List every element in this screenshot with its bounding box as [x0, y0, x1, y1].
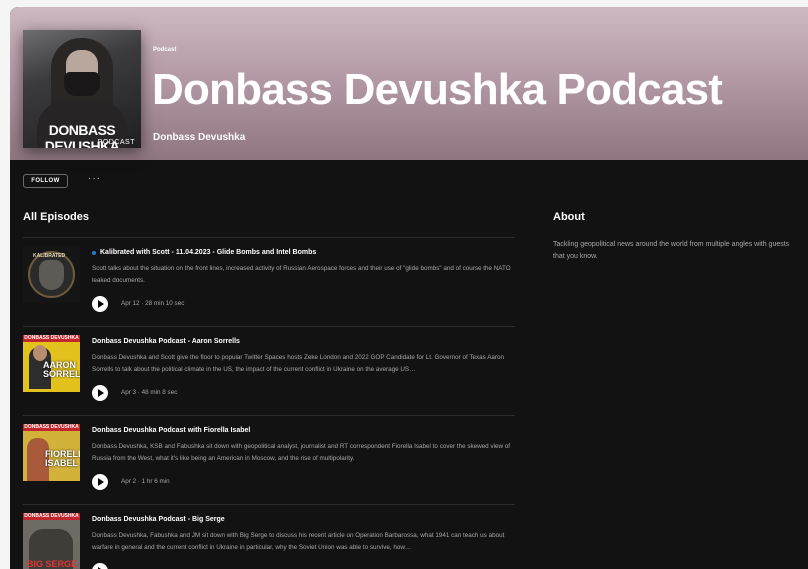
play-icon[interactable] — [92, 385, 108, 401]
podcast-author-link[interactable]: Donbass Devushka — [153, 132, 245, 143]
episode-art-dog — [39, 260, 64, 290]
episode-art-banner: DONBASS DEVUSHKA — [23, 513, 80, 520]
episode-description: Donbass Devushka, KSB and Fabushka sit d… — [92, 443, 511, 462]
episode-meta: Apr 2 · 1 hr 6 min — [121, 478, 170, 485]
episode-row[interactable]: KALIBRATED Kalibrated with Scott - 11.04… — [23, 237, 515, 327]
episode-art-banner: DONBASS DEVUSHKA — [23, 335, 80, 342]
episode-title[interactable]: Donbass Devushka Podcast with Fiorella I… — [92, 427, 250, 434]
podcast-title: Donbass Devushka Podcast — [152, 65, 723, 114]
episode-art-name: AARON SORRELLS — [43, 360, 80, 379]
podcast-page: DONBASS DEVUSHKA PODCAST Podcast Donbass… — [10, 7, 808, 569]
play-icon[interactable] — [92, 563, 108, 569]
episode-art: DONBASS DEVUSHKA AARON SORRELLS — [23, 335, 80, 392]
episode-art-head — [33, 345, 47, 361]
episode-row[interactable]: DONBASS DEVUSHKA BIG SERGE Donbass Devus… — [23, 504, 515, 569]
episode-row[interactable]: DONBASS DEVUSHKA AARON SORRELLS Donbass … — [23, 326, 515, 416]
more-options-icon[interactable]: ··· — [88, 173, 101, 184]
cover-figure-mask — [64, 72, 100, 96]
episode-art-name: BIG SERGE — [27, 559, 78, 569]
about-heading: About — [553, 211, 585, 223]
episode-meta: Apr 3 · 48 min 8 sec — [121, 389, 178, 396]
episode-art: KALIBRATED — [23, 246, 80, 303]
episode-title[interactable]: Donbass Devushka Podcast - Big Serge — [92, 516, 225, 523]
episode-title[interactable]: Kalibrated with Scott - 11.04.2023 - Gli… — [100, 249, 316, 256]
podcast-type-label: Podcast — [153, 47, 177, 53]
cover-subtitle-text: PODCAST — [97, 139, 135, 146]
podcast-cover-art: DONBASS DEVUSHKA PODCAST — [23, 30, 141, 148]
episode-art-label: KALIBRATED — [33, 253, 66, 259]
episode-art: DONBASS DEVUSHKA BIG SERGE — [23, 513, 80, 569]
episode-art: DONBASS DEVUSHKA FIORELLA ISABEL — [23, 424, 80, 481]
episode-row[interactable]: DONBASS DEVUSHKA FIORELLA ISABEL Donbass… — [23, 415, 515, 505]
all-episodes-heading: All Episodes — [23, 211, 90, 223]
new-episode-dot-icon — [92, 251, 96, 255]
episode-description: Donbass Devushka and Scott give the floo… — [92, 354, 504, 373]
podcast-header: DONBASS DEVUSHKA PODCAST Podcast Donbass… — [10, 7, 808, 160]
episode-description: Scott talks about the situation on the f… — [92, 265, 511, 284]
episode-description: Donbass Devushka, Fabushka and JM sit do… — [92, 532, 505, 551]
play-icon[interactable] — [92, 474, 108, 490]
about-text: Tackling geopolitical news around the wo… — [553, 241, 790, 260]
episode-art-name: FIORELLA ISABEL — [45, 449, 80, 468]
episode-art-banner: DONBASS DEVUSHKA — [23, 424, 80, 431]
episode-title[interactable]: Donbass Devushka Podcast - Aaron Sorrell… — [92, 338, 240, 345]
episode-meta: Apr 12 · 28 min 10 sec — [121, 300, 185, 307]
follow-button[interactable]: FOLLOW — [23, 174, 68, 188]
play-icon[interactable] — [92, 296, 108, 312]
